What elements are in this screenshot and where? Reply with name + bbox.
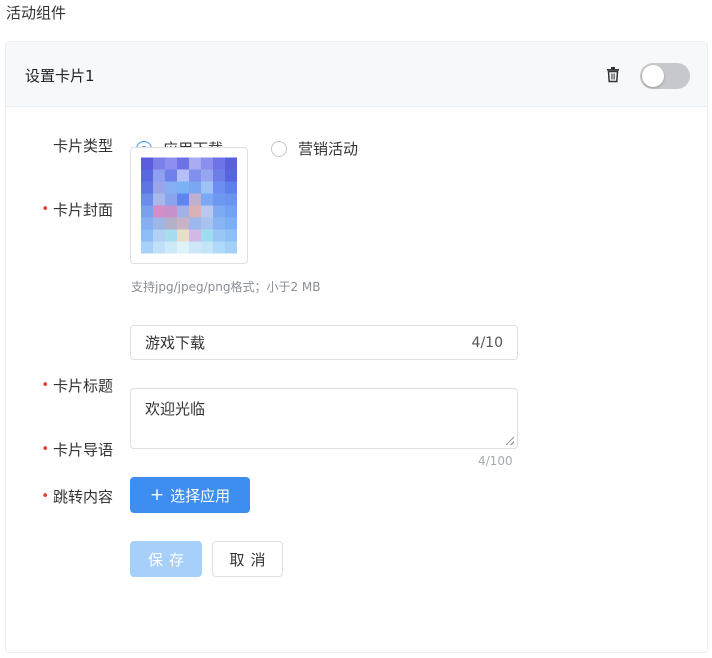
trash-icon[interactable] bbox=[605, 66, 621, 83]
required-mark: • bbox=[41, 442, 49, 457]
title-label: • 卡片标题 bbox=[0, 375, 113, 396]
guide-label-text: 卡片导语 bbox=[52, 441, 113, 459]
plus-icon: + bbox=[149, 485, 165, 505]
radio-marketing-label: 营销活动 bbox=[298, 140, 359, 158]
jump-label-text: 跳转内容 bbox=[52, 488, 113, 506]
guide-label: • 卡片导语 bbox=[0, 439, 113, 460]
card-type-label-text: 卡片类型 bbox=[52, 137, 113, 155]
card-enable-toggle[interactable] bbox=[640, 63, 690, 89]
card-guide-value: 欢迎光临 bbox=[145, 400, 206, 418]
resize-handle[interactable] bbox=[506, 437, 514, 445]
card-title-input[interactable]: 游戏下载 4/10 bbox=[130, 325, 518, 360]
card-type-label: 卡片类型 bbox=[0, 135, 113, 156]
required-mark: • bbox=[41, 489, 49, 504]
select-app-label: 选择应用 bbox=[170, 486, 231, 505]
card-title-count: 4/10 bbox=[471, 334, 503, 351]
cover-upload[interactable] bbox=[130, 147, 248, 264]
card-title-value: 游戏下载 bbox=[145, 334, 206, 352]
radio-marketing[interactable]: 营销活动 bbox=[271, 138, 358, 159]
select-app-button[interactable]: + 选择应用 bbox=[130, 477, 250, 513]
card-guide-textarea[interactable]: 欢迎光临 bbox=[130, 388, 518, 449]
card-guide-count: 4/100 bbox=[478, 454, 513, 468]
cover-label: • 卡片封面 bbox=[0, 199, 113, 220]
card-header: 设置卡片1 bbox=[6, 42, 707, 107]
cancel-button[interactable]: 取消 bbox=[212, 541, 283, 577]
radio-dot bbox=[271, 140, 287, 157]
jump-label: • 跳转内容 bbox=[0, 486, 113, 507]
save-button[interactable]: 保存 bbox=[130, 541, 202, 577]
required-mark: • bbox=[41, 378, 49, 393]
card-title: 设置卡片1 bbox=[25, 67, 95, 85]
section-title: 活动组件 bbox=[6, 4, 67, 22]
toggle-knob bbox=[642, 65, 664, 87]
cover-label-text: 卡片封面 bbox=[52, 201, 113, 219]
cover-hint: 支持jpg/jpeg/png格式；小于2 MB bbox=[131, 280, 321, 294]
cover-thumbnail bbox=[141, 157, 237, 254]
title-label-text: 卡片标题 bbox=[52, 377, 113, 395]
required-mark: • bbox=[41, 202, 49, 217]
